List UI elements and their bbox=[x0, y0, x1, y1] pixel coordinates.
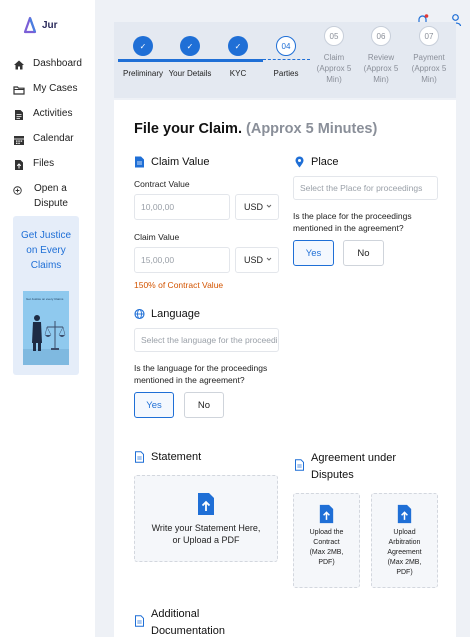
document-icon bbox=[135, 156, 144, 168]
contract-value-label: Contract Value bbox=[134, 179, 190, 189]
document-outline-icon bbox=[295, 459, 304, 471]
upload-arbitration-dropzone[interactable]: Upload Arbitration Agreement (Max 2MB, P… bbox=[371, 493, 438, 588]
upload-contract-note: (Max 2MB, PDF) bbox=[309, 549, 344, 566]
claim-value-heading: Claim Value bbox=[134, 156, 210, 168]
step-review[interactable]: 06 Review (Approx 5 Min) bbox=[357, 26, 405, 85]
step-label: Your Details bbox=[168, 69, 212, 78]
step-number: 04 bbox=[276, 36, 296, 56]
step-parties[interactable]: 04 Parties bbox=[262, 36, 310, 79]
sidebar-item-files[interactable]: Files bbox=[0, 158, 95, 183]
document-outline-icon bbox=[135, 451, 144, 463]
step-label: Preliminary bbox=[122, 69, 163, 78]
place-heading: Place bbox=[294, 156, 339, 168]
sidebar-item-label: Open a Dispute bbox=[34, 183, 68, 209]
progress-stepper: ✓ Preliminary ✓ Your Details ✓ KYC 04 Pa… bbox=[114, 22, 456, 98]
promo-banner[interactable]: Get Justice on Every Claims Get Justice … bbox=[13, 216, 79, 375]
plus-circle-icon bbox=[13, 186, 22, 195]
step-label: Parties bbox=[273, 69, 299, 78]
step-claim[interactable]: 05 Claim (Approx 5 Min) bbox=[310, 26, 358, 85]
lawyer-scales-illustration bbox=[23, 315, 69, 365]
language-select[interactable]: Select the language for the proceedings bbox=[134, 328, 279, 352]
sidebar-item-label: Calendar bbox=[33, 133, 74, 144]
contract-currency-select[interactable]: USD bbox=[235, 194, 279, 220]
claim-value-label: Claim Value bbox=[134, 232, 180, 242]
sidebar-item-label: Dashboard bbox=[33, 58, 82, 69]
sidebar-item-label: My Cases bbox=[33, 83, 78, 94]
sidebar-item-open-dispute[interactable]: Open a Dispute bbox=[0, 183, 95, 213]
check-icon: ✓ bbox=[133, 36, 153, 56]
step-label: Review (Approx 5 Min) bbox=[363, 53, 399, 84]
claim-value-input[interactable]: 15,00,00 bbox=[134, 247, 230, 273]
upload-contract-label: Upload the Contract bbox=[309, 529, 344, 546]
globe-icon bbox=[134, 308, 145, 320]
promo-illustration: Get Justice on every Claims bbox=[23, 291, 69, 365]
folder-icon bbox=[13, 86, 25, 95]
jur-logo-icon bbox=[23, 16, 37, 34]
brand-name: Jur bbox=[42, 19, 58, 31]
place-yes-button[interactable]: Yes bbox=[293, 240, 334, 266]
step-label: Claim (Approx 5 Min) bbox=[316, 53, 352, 84]
language-yes-button[interactable]: Yes bbox=[134, 392, 174, 418]
step-number: 07 bbox=[419, 26, 439, 46]
step-number: 06 bbox=[371, 26, 391, 46]
page-title-main: File your Claim. bbox=[134, 121, 242, 137]
upload-arbitration-note: (Max 2MB, PDF) bbox=[387, 559, 422, 576]
page-title: File your Claim. (Approx 5 Minutes) bbox=[134, 121, 377, 137]
claim-percentage-hint: 150% of Contract Value bbox=[134, 280, 224, 290]
statement-drop-text: Write your Statement Here, or Upload a P… bbox=[151, 523, 261, 545]
place-select[interactable]: Select the Place for proceedings bbox=[293, 176, 438, 200]
statement-heading: Statement bbox=[134, 451, 201, 463]
sidebar: Jur Dashboard My Cases Activities Calend… bbox=[0, 0, 95, 637]
language-question: Is the language for the proceedings ment… bbox=[134, 363, 268, 385]
step-number: 05 bbox=[324, 26, 344, 46]
check-icon: ✓ bbox=[228, 36, 248, 56]
page-title-sub: (Approx 5 Minutes) bbox=[246, 121, 378, 137]
file-upload-icon bbox=[319, 504, 334, 524]
location-pin-icon bbox=[295, 156, 304, 168]
document-outline-icon bbox=[135, 615, 144, 627]
statement-dropzone[interactable]: Write your Statement Here, or Upload a P… bbox=[134, 475, 278, 562]
agreement-heading: Agreement under Disputes bbox=[294, 450, 421, 484]
sidebar-item-calendar[interactable]: Calendar bbox=[0, 133, 95, 158]
upload-contract-dropzone[interactable]: Upload the Contract (Max 2MB, PDF) bbox=[293, 493, 360, 588]
language-heading: Language bbox=[134, 308, 200, 320]
additional-documentation-heading: Additional Documentation bbox=[134, 606, 241, 637]
home-icon bbox=[14, 60, 24, 70]
claim-currency-select[interactable]: USD bbox=[235, 247, 279, 273]
step-label: KYC bbox=[229, 69, 247, 78]
step-preliminary[interactable]: ✓ Preliminary bbox=[119, 36, 167, 79]
place-question: Is the place for the proceedings mention… bbox=[293, 211, 412, 233]
file-upload-icon bbox=[15, 160, 23, 170]
sidebar-item-label: Files bbox=[33, 158, 55, 169]
sidebar-item-activities[interactable]: Activities bbox=[0, 108, 95, 133]
promo-text: Get Justice on Every Claims bbox=[20, 230, 72, 271]
sidebar-nav: Dashboard My Cases Activities Calendar F… bbox=[0, 58, 95, 213]
step-your-details[interactable]: ✓ Your Details bbox=[166, 36, 214, 79]
step-payment[interactable]: 07 Payment (Approx 5 Min) bbox=[405, 26, 453, 85]
sidebar-item-dashboard[interactable]: Dashboard bbox=[0, 58, 95, 83]
file-upload-icon bbox=[198, 493, 214, 515]
contract-value-input[interactable]: 10,00,00 bbox=[134, 194, 230, 220]
sidebar-item-my-cases[interactable]: My Cases bbox=[0, 83, 95, 108]
document-icon bbox=[15, 110, 23, 120]
claim-form-card: File your Claim. (Approx 5 Minutes) Clai… bbox=[114, 100, 456, 637]
step-label: Payment (Approx 5 Min) bbox=[411, 53, 447, 84]
file-upload-icon bbox=[397, 504, 412, 524]
language-no-button[interactable]: No bbox=[184, 392, 224, 418]
calendar-icon bbox=[14, 136, 24, 145]
check-icon: ✓ bbox=[180, 36, 200, 56]
place-no-button[interactable]: No bbox=[343, 240, 384, 266]
brand-logo[interactable]: Jur bbox=[22, 16, 58, 34]
chevron-down-icon bbox=[266, 257, 272, 261]
chevron-down-icon bbox=[266, 204, 272, 208]
upload-arbitration-label: Upload Arbitration Agreement bbox=[387, 529, 422, 556]
sidebar-item-label: Activities bbox=[33, 108, 73, 119]
step-kyc[interactable]: ✓ KYC bbox=[214, 36, 262, 79]
